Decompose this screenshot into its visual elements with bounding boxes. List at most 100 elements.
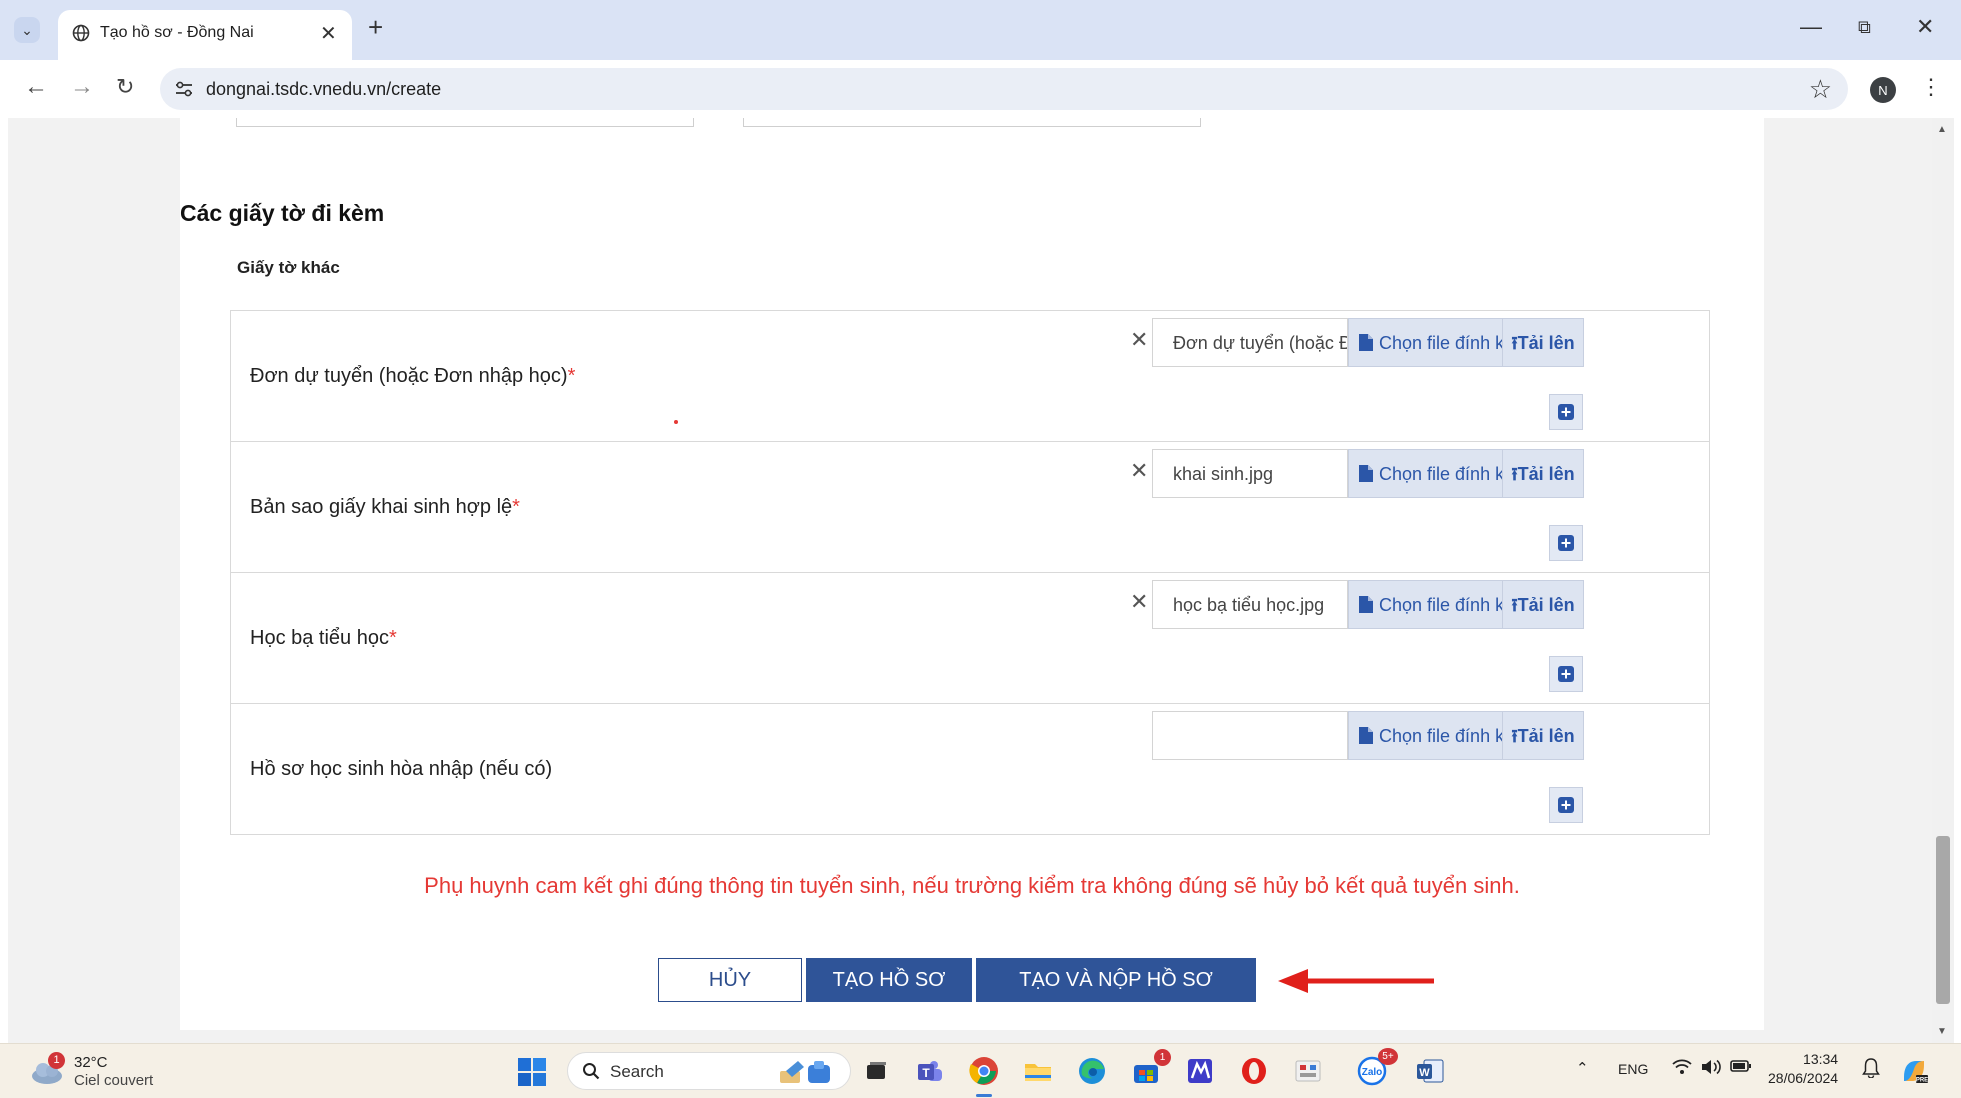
- bookmark-star-icon[interactable]: ☆: [1809, 74, 1832, 105]
- attachment-row: Đơn dự tuyển (hoặc Đơn nhập học)* ✕ Đơn …: [231, 311, 1709, 441]
- tab-close-icon[interactable]: ✕: [320, 21, 337, 46]
- attachment-label: Bản sao giấy khai sinh hợp lệ*: [250, 496, 520, 519]
- choose-file-button[interactable]: Chọn file đính kèm: [1348, 449, 1529, 498]
- file-name-field[interactable]: Đơn dự tuyển (hoặc Đơn nh: [1152, 318, 1348, 367]
- file-name-field[interactable]: [1152, 711, 1348, 760]
- temperature: 32°C: [74, 1054, 108, 1071]
- main-form-content: Các giấy tờ đi kèm Giấy tờ khác Đơn dự t…: [180, 118, 1764, 1030]
- add-file-button[interactable]: [1549, 787, 1583, 823]
- attachment-label: Học bạ tiểu học*: [250, 627, 397, 650]
- browser-tab-active[interactable]: Tạo hồ sơ - Đồng Nai ✕: [58, 10, 352, 60]
- upload-button[interactable]: ⭱Tải lên: [1502, 318, 1584, 367]
- file-name-field[interactable]: học bạ tiểu học.jpg: [1152, 580, 1348, 629]
- edge-icon[interactable]: [1076, 1055, 1108, 1087]
- attachment-label-text: Hồ sơ học sinh hòa nhập (nếu có): [250, 758, 553, 780]
- page-scrollbar[interactable]: ▲ ▼: [1932, 118, 1954, 1043]
- file-icon: [1359, 464, 1373, 482]
- profile-avatar[interactable]: N: [1870, 77, 1896, 103]
- browser-menu-icon[interactable]: ⋮: [1920, 74, 1942, 100]
- plus-square-icon: [1558, 535, 1574, 551]
- browser-tab-bar: ⌄ Tạo hồ sơ - Đồng Nai ✕ + — ⧉ ✕: [0, 0, 1961, 60]
- battery-icon[interactable]: [1730, 1059, 1752, 1077]
- window-close-icon[interactable]: ✕: [1916, 14, 1934, 40]
- chrome-icon[interactable]: [968, 1055, 1000, 1087]
- required-marker: *: [388, 627, 397, 649]
- restore-icon[interactable]: ⧉: [1858, 17, 1871, 38]
- plus-square-icon: [1558, 797, 1574, 813]
- commitment-notice: Phụ huynh cam kết ghi đúng thông tin tuy…: [424, 873, 1520, 898]
- create-and-submit-button[interactable]: TẠO VÀ NỘP HỒ SƠ: [976, 958, 1256, 1002]
- windows-taskbar: 1 32°C Ciel couvert Search T 1 Zalo 5+ W…: [0, 1043, 1961, 1098]
- subsection-title: Giấy tờ khác: [237, 258, 340, 277]
- markdown-app-icon[interactable]: [1184, 1055, 1216, 1087]
- upload-label: Tải lên: [1517, 595, 1575, 615]
- upload-label: Tải lên: [1517, 726, 1575, 746]
- plus-square-icon: [1558, 666, 1574, 682]
- add-file-button[interactable]: [1549, 394, 1583, 430]
- site-settings-icon[interactable]: [174, 80, 194, 98]
- stray-red-dot: [674, 420, 678, 424]
- svg-text:PRE: PRE: [1916, 1078, 1928, 1084]
- attachment-row: Hồ sơ học sinh hòa nhập (nếu có) Chọn fi…: [231, 703, 1709, 834]
- upload-button[interactable]: ⭱Tải lên: [1502, 449, 1584, 498]
- attachment-label: Đơn dự tuyển (hoặc Đơn nhập học)*: [250, 365, 575, 388]
- add-file-button[interactable]: [1549, 525, 1583, 561]
- word-icon[interactable]: W: [1414, 1055, 1446, 1087]
- tab-search-chevron-icon[interactable]: ⌄: [14, 17, 40, 43]
- remove-file-icon[interactable]: ✕: [1130, 460, 1148, 482]
- choose-file-button[interactable]: Chọn file đính kèm: [1348, 318, 1529, 367]
- attachment-label-text: Đơn dự tuyển (hoặc Đơn nhập học): [250, 365, 568, 387]
- windows-start-icon[interactable]: [518, 1058, 546, 1086]
- attachment-label-text: Học bạ tiểu học: [250, 627, 389, 649]
- partial-input-field[interactable]: [743, 118, 1201, 127]
- upload-label: Tải lên: [1517, 464, 1575, 484]
- copilot-icon[interactable]: PRE: [1898, 1055, 1930, 1087]
- system-clock[interactable]: 13:34 28/06/2024: [1768, 1050, 1838, 1088]
- attachments-table: Đơn dự tuyển (hoặc Đơn nhập học)* ✕ Đơn …: [230, 310, 1710, 835]
- tab-title: Tạo hồ sơ - Đồng Nai: [100, 24, 254, 41]
- unikey-icon[interactable]: [1292, 1055, 1324, 1087]
- minimize-icon[interactable]: —: [1800, 14, 1822, 40]
- task-view-icon[interactable]: [860, 1055, 892, 1087]
- show-hidden-icons-chevron-icon[interactable]: ⌃: [1576, 1059, 1589, 1077]
- remove-file-icon[interactable]: ✕: [1130, 591, 1148, 613]
- taskbar-search[interactable]: Search: [567, 1052, 851, 1090]
- scroll-up-icon[interactable]: ▲: [1937, 124, 1947, 135]
- reload-icon[interactable]: ↻: [116, 74, 134, 100]
- volume-icon[interactable]: [1700, 1059, 1722, 1079]
- cancel-button[interactable]: HỦY: [658, 958, 802, 1002]
- wifi-icon[interactable]: [1672, 1059, 1692, 1079]
- notification-bell-icon[interactable]: [1862, 1058, 1880, 1082]
- file-icon: [1359, 726, 1373, 744]
- teams-icon[interactable]: T: [914, 1055, 946, 1087]
- upload-button[interactable]: ⭱Tải lên: [1502, 580, 1584, 629]
- choose-file-button[interactable]: Chọn file đính kèm: [1348, 711, 1529, 760]
- zalo-notification-badge: 5+: [1378, 1048, 1398, 1065]
- upload-label: Tải lên: [1517, 333, 1575, 353]
- choose-file-button[interactable]: Chọn file đính kèm: [1348, 580, 1529, 629]
- file-name-field[interactable]: khai sinh.jpg: [1152, 449, 1348, 498]
- file-explorer-icon[interactable]: [1022, 1055, 1054, 1087]
- file-icon: [1359, 333, 1373, 351]
- address-bar[interactable]: dongnai.tsdc.vnedu.vn/create ☆: [160, 68, 1848, 110]
- forward-arrow-icon[interactable]: →: [70, 74, 94, 100]
- create-profile-button[interactable]: TẠO HỒ SƠ: [806, 958, 972, 1002]
- attachment-row: Học bạ tiểu học* ✕ học bạ tiểu học.jpg C…: [231, 572, 1709, 703]
- new-tab-icon[interactable]: +: [368, 14, 383, 40]
- language-indicator[interactable]: ENG: [1618, 1061, 1648, 1077]
- opera-icon[interactable]: [1238, 1055, 1270, 1087]
- search-highlight-icon: [780, 1061, 830, 1083]
- scroll-down-icon[interactable]: ▼: [1937, 1026, 1947, 1037]
- add-file-button[interactable]: [1549, 656, 1583, 692]
- remove-file-icon[interactable]: ✕: [1130, 329, 1148, 351]
- partial-input-field[interactable]: [236, 118, 694, 127]
- section-title: Các giấy tờ đi kèm: [180, 200, 385, 226]
- attachment-row: Bản sao giấy khai sinh hợp lệ* ✕ khai si…: [231, 441, 1709, 572]
- attachment-label: Hồ sơ học sinh hòa nhập (nếu có): [250, 758, 552, 781]
- upload-button[interactable]: ⭱Tải lên: [1502, 711, 1584, 760]
- weather-condition: Ciel couvert: [74, 1072, 154, 1089]
- store-notification-badge: 1: [1154, 1049, 1171, 1066]
- clock-date: 28/06/2024: [1768, 1070, 1839, 1086]
- back-arrow-icon[interactable]: ←: [24, 74, 48, 100]
- scrollbar-thumb[interactable]: [1936, 836, 1950, 1004]
